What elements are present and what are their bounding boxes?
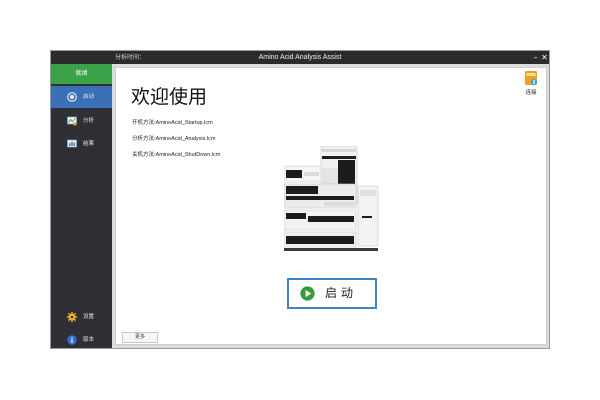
connect-button[interactable]: 连接 (520, 71, 542, 97)
play-circle-icon (67, 92, 77, 102)
sidebar-item-version[interactable]: 版本 (51, 329, 112, 351)
play-icon (300, 286, 315, 301)
window-title: Amino Acid Analysis Assist (258, 54, 342, 61)
analysis-chart-icon (67, 116, 77, 126)
hplc-instrument-image (284, 146, 379, 251)
sidebar-item-label: 设置 (83, 314, 95, 320)
results-icon (67, 139, 77, 148)
gear-icon (67, 312, 77, 322)
app-window: 分析时间： Amino Acid Analysis Assist – ✕ 就绪 … (50, 50, 550, 349)
minimize-button[interactable]: – (531, 51, 540, 64)
sidebar-item-start[interactable]: 启动 (51, 86, 112, 108)
sidebar-item-label: 结果 (83, 141, 95, 147)
connect-label: 连接 (525, 90, 537, 96)
sidebar-item-results[interactable]: 结果 (51, 133, 112, 155)
page-title: 欢迎使用 (131, 86, 208, 108)
status-indicator: 就绪 (51, 64, 112, 84)
sidebar-item-label: 启动 (83, 94, 95, 100)
sidebar-item-analysis[interactable]: 分析 (51, 110, 112, 132)
start-button[interactable]: 启动 (287, 278, 377, 309)
analysis-method-text: 分析方法:AminoAcid_Analysis.lcm (132, 136, 216, 142)
startup-method-text: 开机方法:AminoAcid_Startup.lcm (132, 120, 213, 126)
main-panel: 欢迎使用 开机方法:AminoAcid_Startup.lcm 分析方法:Ami… (115, 67, 547, 345)
shutdown-method-text: 关机方法:AminoAcid_ShutDown.lcm (132, 152, 221, 158)
info-icon (67, 335, 77, 345)
title-bar: 分析时间： Amino Acid Analysis Assist – ✕ (51, 51, 549, 64)
close-button[interactable]: ✕ (540, 51, 549, 64)
connect-icon (525, 71, 537, 86)
sidebar-item-label: 版本 (83, 337, 95, 343)
sidebar-item-settings[interactable]: 设置 (51, 306, 112, 328)
more-button[interactable]: 更多 (122, 332, 158, 343)
sidebar-item-label: 分析 (83, 118, 95, 124)
sidebar: 就绪 启动 分析 结果 设置 版本 (51, 64, 112, 348)
start-button-label: 启动 (325, 286, 358, 300)
